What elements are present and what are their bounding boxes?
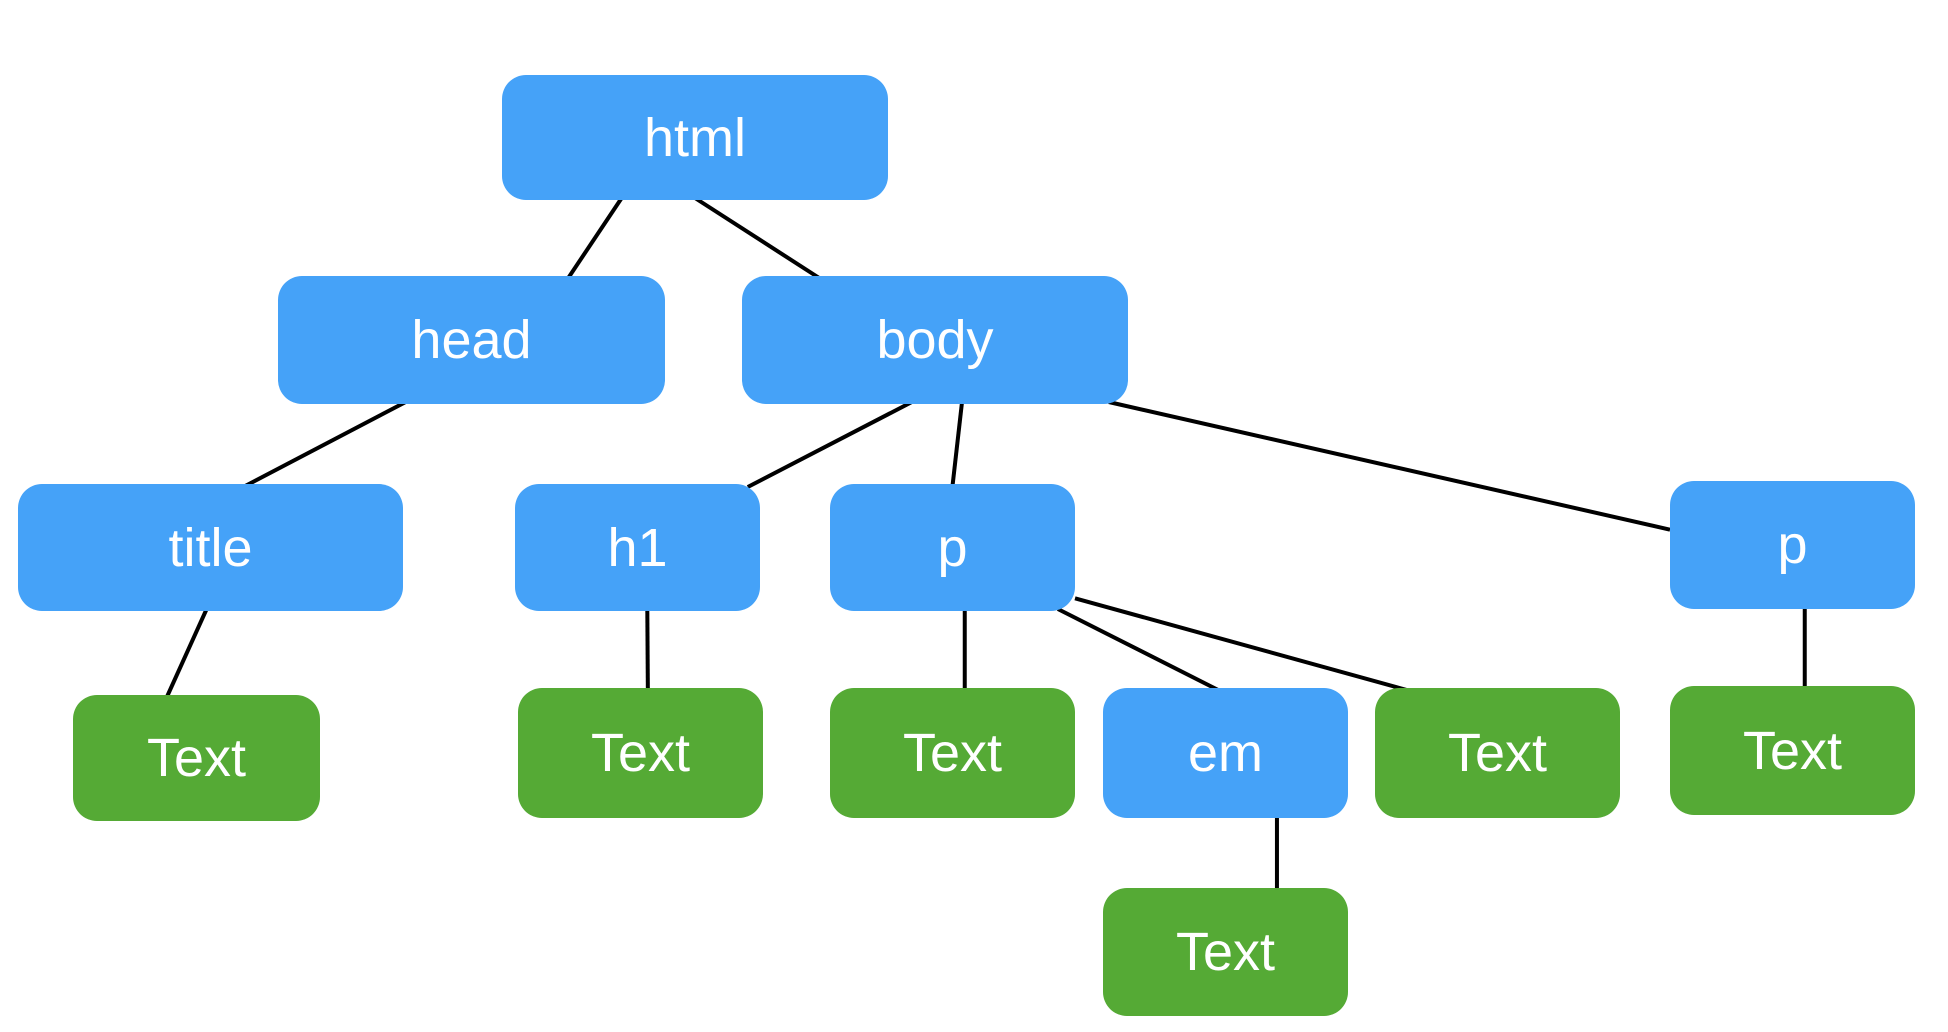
node-h1: h1	[515, 484, 760, 611]
node-label: em	[1187, 723, 1263, 783]
node-label: Text	[902, 723, 1003, 783]
edge-html-head	[566, 196, 624, 280]
node-label: Text	[1447, 723, 1548, 783]
edge-body-p2	[1108, 400, 1671, 532]
edge-body-h1	[746, 400, 913, 489]
text-node-em: Text	[1103, 888, 1348, 1016]
edge-head-title	[244, 400, 407, 488]
node-label: Text	[146, 728, 247, 788]
node-label: head	[411, 310, 532, 370]
text-node-p-first-a: Text	[830, 688, 1075, 818]
text-node-p-first-b: Text	[1375, 688, 1620, 818]
text-node-title: Text	[73, 695, 320, 821]
edge-h1-t_h1	[645, 608, 650, 691]
node-p-first: p	[830, 484, 1075, 611]
edge-p1-em	[1056, 607, 1220, 692]
node-label: Text	[1175, 922, 1276, 982]
edge-title-t_title	[165, 608, 209, 698]
edge-body-p1	[950, 401, 965, 487]
node-label: body	[876, 310, 994, 370]
text-node-p-second: Text	[1670, 686, 1915, 815]
node-head: head	[278, 276, 665, 404]
node-em: em	[1103, 688, 1348, 818]
text-node-h1: Text	[518, 688, 763, 818]
node-title: title	[18, 484, 403, 611]
node-label: Text	[1742, 720, 1843, 781]
node-label: html	[643, 107, 746, 168]
node-p-second: p	[1670, 481, 1915, 609]
node-label: p	[1777, 515, 1808, 575]
node-html: html	[502, 75, 888, 200]
edge-html-body	[693, 196, 821, 280]
node-label: Text	[590, 723, 691, 783]
node-label: h1	[607, 517, 668, 578]
node-label: p	[937, 517, 968, 578]
node-body: body	[742, 276, 1128, 404]
node-label: title	[168, 517, 253, 578]
